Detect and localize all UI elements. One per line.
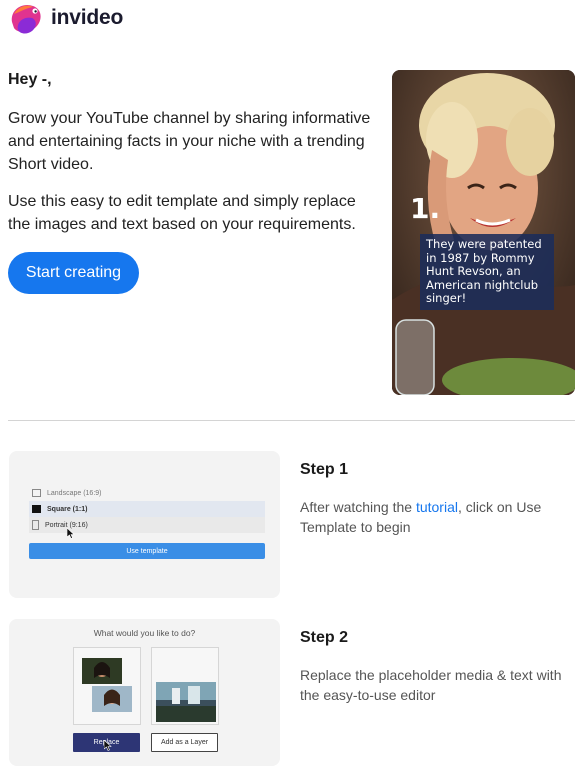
option-landscape: Landscape (16:9): [29, 485, 265, 501]
layer-option-preview: [151, 647, 219, 725]
intro-paragraph: Use this easy to edit template and simpl…: [8, 193, 356, 233]
greeting: Hey -,: [8, 71, 52, 88]
intro-paragraph: Grow your YouTube channel by sharing inf…: [8, 110, 371, 173]
step-title: Step 1: [300, 461, 349, 478]
section-divider: [8, 420, 575, 421]
option-square: Square (1:1): [29, 501, 265, 517]
step-2-screenshot: What would you like to do? Replace Add a…: [9, 619, 280, 766]
tutorial-link[interactable]: tutorial: [416, 499, 458, 515]
portrait-icon: [32, 520, 39, 530]
option-label: Square (1:1): [47, 505, 88, 513]
cursor-icon: [104, 740, 112, 751]
brand-logo[interactable]: invideo: [6, 0, 123, 36]
step-description: After watching the tutorial, click on Us…: [300, 497, 575, 537]
step-description: Replace the placeholder media & text wit…: [300, 667, 562, 703]
landscape-thumbnail: [156, 682, 216, 722]
landscape-icon: [32, 489, 41, 497]
option-label: Landscape (16:9): [47, 489, 102, 497]
cursor-icon: [67, 528, 75, 539]
brand-name: invideo: [51, 6, 124, 29]
use-template-button-mock: Use template: [29, 543, 265, 559]
portraits-thumbnail: [82, 658, 132, 712]
step-text: After watching the: [300, 499, 416, 515]
question-text: What would you like to do?: [93, 628, 196, 638]
woman-portrait-illustration: [392, 70, 575, 395]
fact-number: 1.: [410, 192, 441, 225]
template-preview-image[interactable]: [392, 70, 575, 395]
fact-caption: They were patented in 1987 by Rommy Hunt…: [420, 234, 554, 310]
start-creating-button[interactable]: Start creating: [8, 252, 139, 294]
option-portrait: Portrait (9:16): [29, 517, 265, 533]
replace-option-preview: [73, 647, 141, 725]
square-icon: [32, 505, 41, 513]
invideo-fish-logo-icon: [11, 4, 41, 34]
step-1-screenshot: Landscape (16:9) Square (1:1) Portrait (…: [9, 451, 280, 598]
step-title: Step 2: [300, 629, 349, 646]
add-as-layer-button-mock: Add as a Layer: [151, 733, 218, 752]
